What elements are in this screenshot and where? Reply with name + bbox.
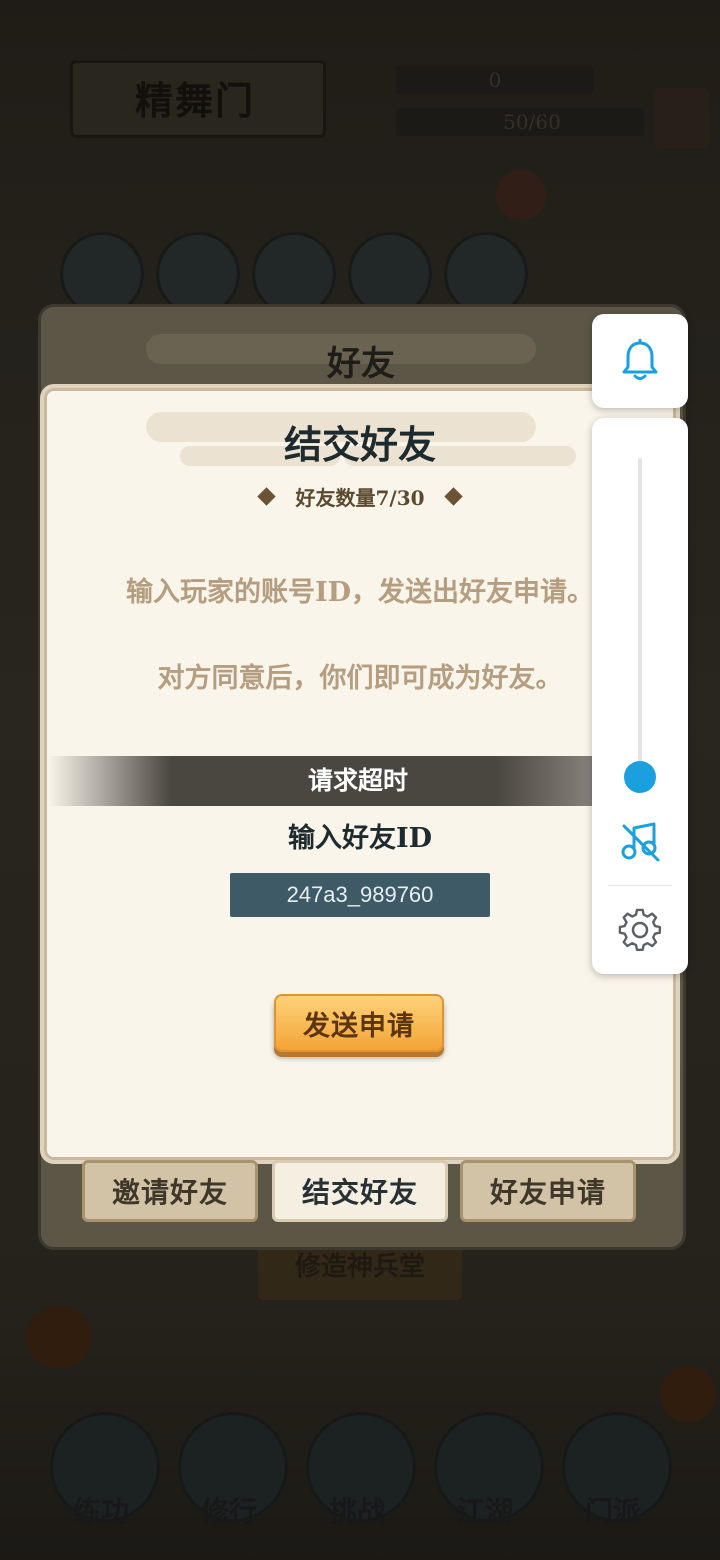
- volume-slider-knob[interactable]: [624, 761, 656, 793]
- tab-make-friends[interactable]: 结交好友: [272, 1160, 448, 1222]
- tab-label: 邀请好友: [111, 1176, 228, 1209]
- volume-slider-track[interactable]: [638, 458, 642, 778]
- gear-icon[interactable]: [618, 908, 662, 952]
- friend-count-row: 好友数量7/30: [240, 480, 480, 512]
- card-title: 结交好友: [283, 422, 436, 467]
- tab-label: 结交好友: [301, 1176, 418, 1209]
- bell-icon: [622, 339, 658, 380]
- friend-id-input[interactable]: [230, 873, 490, 917]
- tab-friend-requests[interactable]: 好友申请: [460, 1160, 636, 1222]
- status-message: 请求超时: [307, 766, 408, 795]
- notification-button[interactable]: [592, 314, 688, 408]
- tab-label: 好友申请: [489, 1176, 606, 1209]
- send-request-button[interactable]: 发送申请: [274, 994, 444, 1052]
- description-line-1: 输入玩家的账号ID，发送出好友申请。: [125, 577, 595, 608]
- friend-id-label: 输入好友ID: [287, 823, 433, 854]
- diamond-icon: [443, 486, 463, 506]
- tab-invite-friends[interactable]: 邀请好友: [82, 1160, 258, 1222]
- panel-title: 好友: [327, 344, 395, 384]
- description-line-2: 对方同意后，你们即可成为好友。: [157, 663, 563, 694]
- send-request-label: 发送申请: [303, 1010, 415, 1042]
- music-off-icon[interactable]: [620, 820, 660, 864]
- diamond-icon: [257, 486, 277, 506]
- friend-count: 好友数量7/30: [295, 485, 425, 510]
- divider: [608, 885, 672, 886]
